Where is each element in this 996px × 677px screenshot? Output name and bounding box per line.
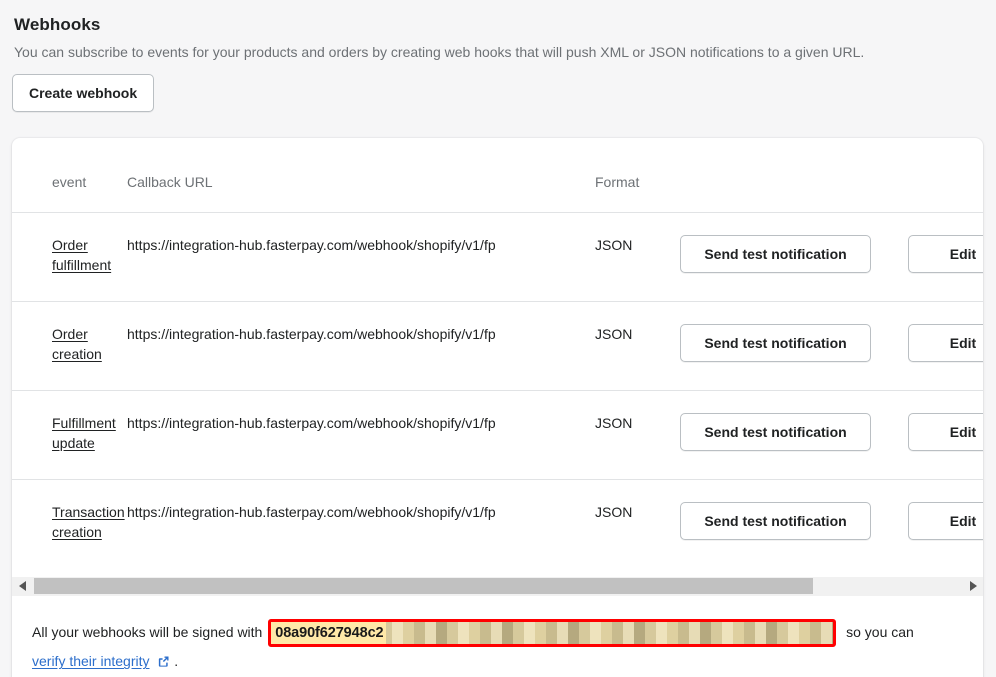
edit-webhook-button[interactable]: Edit <box>908 235 983 273</box>
cell-edit-action: Edit <box>908 390 983 480</box>
send-test-notification-button[interactable]: Send test notification <box>680 413 871 451</box>
table-row: Fulfillment update https://integration-h… <box>12 390 983 480</box>
signing-key-line: All your webhooks will be signed with 08… <box>32 618 963 648</box>
page-header: Webhooks You can subscribe to events for… <box>0 0 996 112</box>
send-test-notification-button[interactable]: Send test notification <box>680 502 871 540</box>
cell-callback-url: https://integration-hub.fasterpay.com/we… <box>127 390 595 480</box>
edit-webhook-button[interactable]: Edit <box>908 324 983 362</box>
column-header-event: event <box>12 138 127 213</box>
page-title: Webhooks <box>14 15 101 34</box>
cell-callback-url: https://integration-hub.fasterpay.com/we… <box>127 212 595 302</box>
signing-key-value: 08a90f627948c2 <box>271 622 386 645</box>
note-text-before: All your webhooks will be signed with <box>32 624 263 640</box>
cell-test-action: Send test notification <box>680 480 908 565</box>
page-description: You can subscribe to events for your pro… <box>14 44 865 60</box>
create-webhook-button[interactable]: Create webhook <box>12 74 155 112</box>
send-test-notification-button[interactable]: Send test notification <box>680 235 871 273</box>
webhooks-card: event Callback URL Format Order fulfillm… <box>12 138 983 677</box>
cell-callback-url: https://integration-hub.fasterpay.com/we… <box>127 504 496 520</box>
cell-callback-url: https://integration-hub.fasterpay.com/we… <box>127 301 595 391</box>
cell-format: JSON <box>595 301 680 391</box>
scrollbar-thumb[interactable] <box>34 577 813 594</box>
column-header-edit <box>908 138 983 213</box>
scrollbar-track[interactable] <box>34 576 961 596</box>
event-link[interactable]: Order creation <box>52 324 127 364</box>
cell-format: JSON <box>595 390 680 480</box>
event-link[interactable]: Fulfillment update <box>52 413 127 453</box>
table-body: Order fulfillment https://integration-hu… <box>12 212 983 565</box>
cell-edit-action: Edit <box>908 480 983 565</box>
table-row: Order creation https://integration-hub.f… <box>12 301 983 391</box>
table-header-row: event Callback URL Format <box>12 138 983 213</box>
webhooks-table: event Callback URL Format Order fulfillm… <box>12 138 983 564</box>
cell-event: Fulfillment update <box>12 390 127 480</box>
cell-edit-action: Edit <box>908 301 983 391</box>
column-header-format: Format <box>595 138 680 213</box>
table-header: event Callback URL Format <box>12 138 983 213</box>
column-header-test <box>680 138 908 213</box>
scroll-right-arrow-icon[interactable] <box>961 576 983 596</box>
edit-webhook-button[interactable]: Edit <box>908 413 983 451</box>
table-row: Transaction creation https://integration… <box>12 480 983 565</box>
cell-format: JSON <box>595 504 633 520</box>
cell-event: Order fulfillment <box>12 212 127 302</box>
table-row: Order fulfillment https://integration-hu… <box>12 212 983 302</box>
edit-webhook-button[interactable]: Edit <box>908 502 983 540</box>
cell-event: Transaction creation <box>12 480 127 565</box>
note-text-after: so you can <box>846 624 914 640</box>
horizontal-scrollbar[interactable] <box>12 576 983 596</box>
cell-edit-action: Edit <box>908 212 983 302</box>
cell-format: JSON <box>595 212 680 302</box>
webhooks-page: Webhooks You can subscribe to events for… <box>0 0 996 677</box>
scroll-left-arrow-icon[interactable] <box>12 576 34 596</box>
external-link-icon[interactable] <box>157 649 170 677</box>
cell-test-action: Send test notification <box>680 301 908 391</box>
cell-test-action: Send test notification <box>680 212 908 302</box>
signing-key-highlight: 08a90f627948c2 <box>268 619 837 648</box>
column-header-callback-url: Callback URL <box>127 138 595 213</box>
webhooks-table-scroll-region[interactable]: event Callback URL Format Order fulfillm… <box>12 138 983 564</box>
verify-integrity-link[interactable]: verify their integrity <box>32 653 149 669</box>
signing-key-note: All your webhooks will be signed with 08… <box>12 595 983 677</box>
verify-line: verify their integrity . <box>32 647 963 677</box>
cell-event: Order creation <box>12 301 127 391</box>
event-link[interactable]: Order fulfillment <box>52 235 127 275</box>
cell-test-action: Send test notification <box>680 390 908 480</box>
note-period: . <box>174 653 179 670</box>
send-test-notification-button[interactable]: Send test notification <box>680 324 871 362</box>
event-link[interactable]: Transaction creation <box>52 502 127 542</box>
